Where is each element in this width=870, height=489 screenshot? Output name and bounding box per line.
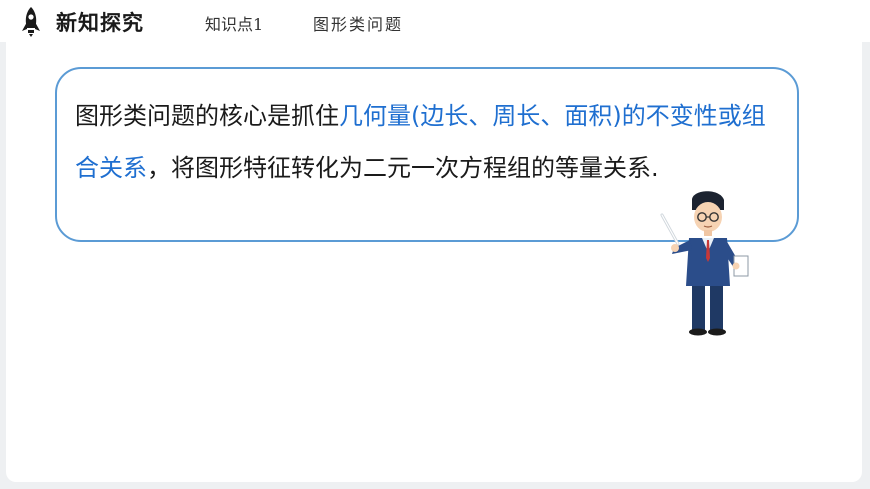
bubble-text: 图形类问题的核心是抓住几何量(边长、周长、面积)的不变性或组合关系，将图形特征转… (75, 90, 785, 194)
text-part3: 的等量关系. (531, 154, 659, 182)
section-title: 新知探究 (56, 10, 144, 35)
text-part2: ，将图形特征转化为二元一次方程组 (147, 154, 531, 182)
header-bar: 新知探究 知识点1 图形类问题 (0, 0, 870, 42)
text-part1: 图形类问题的核心是抓住 (75, 102, 339, 130)
knowledge-point-label: 知识点1 (205, 15, 264, 34)
topic-label: 图形类问题 (313, 15, 404, 34)
rocket-icon (22, 7, 40, 37)
teacher-illustration (660, 191, 749, 336)
highlight-geometry-quantities: 几何量(边长、周长、面积)的 (339, 102, 646, 130)
